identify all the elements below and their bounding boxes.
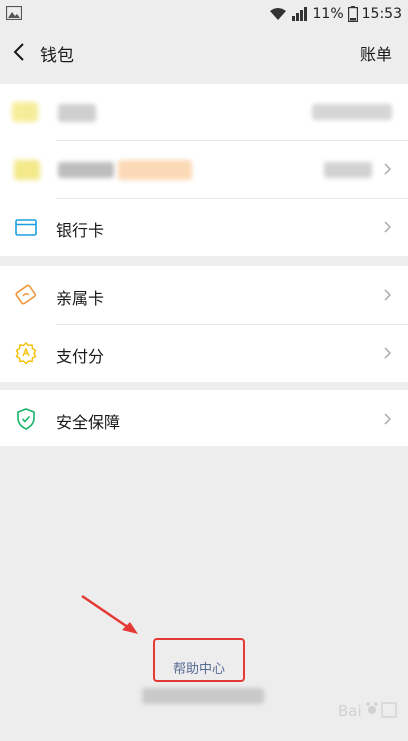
pixelated-row-1[interactable] [0, 84, 408, 140]
paw-logo-icon: Bai [338, 702, 397, 720]
menu-item-label: 安全保障 [56, 413, 121, 432]
pay-score-icon [15, 341, 37, 365]
chevron-right-icon [384, 221, 392, 233]
wallet-group-1: 银行卡 [0, 84, 408, 256]
chevron-right-icon [384, 347, 392, 359]
gallery-notification-icon [6, 6, 22, 20]
pixelated-value [324, 162, 372, 178]
pixelated-row-2[interactable] [0, 140, 408, 198]
pixelated-icon [14, 160, 40, 180]
menu-item-label: 支付分 [56, 347, 105, 366]
menu-item-security[interactable]: 安全保障 [0, 390, 408, 446]
back-icon[interactable] [8, 38, 32, 66]
bill-button[interactable]: 账单 [360, 41, 392, 65]
menu-item-label: 亲属卡 [56, 289, 105, 308]
menu-item-family-card[interactable]: 亲属卡 [0, 266, 408, 324]
pixelated-value [312, 104, 392, 120]
help-center-link[interactable]: 帮助中心 [155, 658, 243, 677]
chevron-right-icon [384, 289, 392, 301]
pixelated-footer-text [142, 688, 264, 704]
page-title: 钱包 [40, 46, 74, 66]
svg-text:Bai: Bai [338, 702, 362, 720]
battery-icon [347, 6, 358, 22]
signal-icon [291, 7, 307, 21]
bank-card-icon [15, 219, 37, 236]
baidu-jingyan-watermark: Bai [338, 699, 398, 725]
status-bar: 11% 15:53 [0, 0, 408, 28]
chevron-right-icon [384, 413, 392, 425]
annotation-arrow-icon [81, 594, 138, 634]
help-center-highlight: 帮助中心 [153, 638, 245, 682]
pixelated-badge [118, 160, 192, 180]
chevron-right-icon [384, 163, 392, 175]
wallet-group-3: 安全保障 [0, 390, 408, 446]
wifi-icon [269, 8, 286, 20]
wallet-group-2: 亲属卡 支付分 [0, 266, 408, 382]
pixelated-label [58, 162, 114, 178]
security-shield-icon [17, 408, 35, 430]
pixelated-label [58, 104, 96, 122]
pixelated-icon [12, 102, 38, 122]
family-card-icon [15, 284, 37, 305]
menu-item-label: 银行卡 [56, 221, 105, 240]
clock: 15:53 [361, 6, 402, 22]
nav-bar: 钱包 账单 [0, 28, 408, 76]
battery-percent: 11% [312, 6, 344, 22]
menu-item-pay-score[interactable]: 支付分 [0, 324, 408, 382]
menu-item-bank-card[interactable]: 银行卡 [0, 198, 408, 256]
